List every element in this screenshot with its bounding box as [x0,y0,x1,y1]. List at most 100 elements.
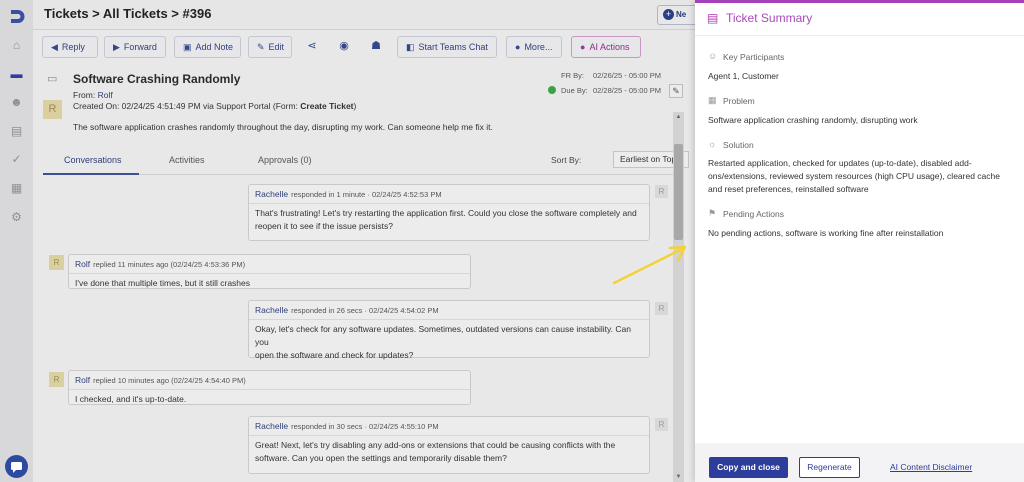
ticket-description: The software application crashes randoml… [73,122,493,132]
message-meta: responded in 26 secs · 02/24/25 4:54:02 … [291,306,439,315]
note-icon: ▣ [183,42,192,52]
ai-actions-label: AI Actions [589,42,630,52]
ticket-header: ▭ Software Crashing Randomly R From: Rol… [33,64,695,144]
section-heading-text: Problem [723,96,755,106]
ticket-title: Software Crashing Randomly [73,72,241,86]
message-divider [69,389,470,390]
status-dot [548,86,556,94]
knowledge-base-icon[interactable]: ▤ [9,124,24,139]
reply-icon: ◀ [51,42,58,52]
message-body: Okay, let's check for any software updat… [255,323,639,362]
section-line: Agent 1, Customer [708,71,779,81]
teams-label: Start Teams Chat [418,42,488,52]
message-line: I checked, and it's up-to-date. [75,394,187,404]
scroll-up-icon[interactable]: ▲ [675,114,682,120]
scrollbar[interactable]: ▲ ▼ [673,112,684,482]
eye-icon: ◉ [339,40,349,52]
tasks-icon[interactable]: ✓ [9,152,24,167]
message-author[interactable]: Rolf [75,375,90,385]
message-author[interactable]: Rachelle [255,305,288,315]
forward-icon: ▶ [113,42,120,52]
edit-label: Edit [268,42,285,52]
message-customer: Rolf replied 11 minutes ago (02/24/25 4:5… [68,254,471,289]
watch-button[interactable]: ◉ [333,36,355,58]
home-icon[interactable]: ⌂ [9,38,24,53]
sort-value: Earliest on Top [620,154,677,164]
message-author[interactable]: Rolf [75,259,90,269]
message-author[interactable]: Rachelle [255,421,288,431]
message-body: I checked, and it's up-to-date. [75,393,460,406]
share-button[interactable]: ⋖ [301,36,323,58]
section-value: Software application crashing randomly, … [708,114,1006,127]
ticket-toolbar: ◀ Reply ▶ Forward ▣ Add Note ✎ Edit ⋖ ◉ ☗ ◧ S… [33,36,695,58]
scrollbar-thumb[interactable] [674,144,683,240]
message-line: software. Can you open the settings and … [255,453,507,463]
start-teams-chat-button[interactable]: ◧ Start Teams Chat [397,36,497,58]
breadcrumb[interactable]: Tickets > All Tickets > #396 [44,6,211,21]
message-meta: responded in 1 minute · 02/24/25 4:52:53… [291,190,442,199]
message-line: reopen it to see if the issue persists? [255,221,393,231]
assign-button[interactable]: ☗ [365,36,387,58]
message-body: I've done that multiple times, but it st… [75,277,460,290]
ticket-summary-panel: ▤ Ticket Summary ☺ Key Participants Agent… [695,0,1024,482]
message-line: I've done that multiple times, but it st… [75,278,251,288]
annotation-arrow-icon [612,245,687,285]
new-button[interactable]: + Ne [657,5,695,25]
section-heading-text: Key Participants [723,52,785,62]
tab-approvals[interactable]: Approvals (0) [258,155,312,165]
ticket-icon: ▭ [47,73,58,85]
settings-icon[interactable]: ⚙ [9,210,24,225]
edit-button[interactable]: ✎ Edit [248,36,292,58]
app-logo-icon[interactable] [6,6,27,27]
fr-by: FR By: 02/26/25 - 05:00 PM [561,71,661,80]
forward-button[interactable]: ▶ Forward [104,36,166,58]
more-button[interactable]: ● More... [506,36,562,58]
message-line: Okay, let's check for any software updat… [255,324,631,347]
scroll-down-icon[interactable]: ▼ [675,474,682,480]
section-heading: ☺ Key Participants [708,51,1006,62]
reports-icon[interactable]: ▦ [9,181,24,196]
message-header: Rachelle responded in 1 minute · 02/24/25… [255,189,442,199]
panel-title: Ticket Summary [726,11,813,25]
section-heading: ⚑ Pending Actions [708,208,1006,219]
chat-bubble-icon[interactable] [5,455,28,478]
message-header: Rolf replied 11 minutes ago (02/24/25 4:5… [75,259,245,269]
tickets-icon[interactable]: ▬ [9,67,24,82]
ai-content-disclaimer-link[interactable]: AI Content Disclaimer [890,462,972,472]
copy-and-close-button[interactable]: Copy and close [709,457,788,478]
message-line: That's frustrating! Let's try restarting… [255,208,637,218]
section-heading-text: Solution [723,140,754,150]
form-close: ) [353,101,357,111]
share-icon: ⋖ [307,40,317,52]
from-name[interactable]: Rolf [98,90,113,100]
add-note-button[interactable]: ▣ Add Note [174,36,241,58]
ticket-from: From: Rolf [73,90,113,100]
tab-conversations[interactable]: Conversations [64,155,122,165]
reply-button[interactable]: ◀ Reply [42,36,98,58]
plus-icon: + [663,9,674,20]
avatar: R [655,185,668,198]
sort-label: Sort By: [551,155,582,165]
section-line: Restarted application, checked for updat… [708,158,972,168]
message-agent: Rachelle responded in 1 minute · 02/24/25… [248,184,650,241]
message-divider [249,203,649,204]
teams-icon: ◧ [406,42,415,52]
section-value: No pending actions, software is working … [708,227,1006,240]
regenerate-button[interactable]: Regenerate [799,457,860,478]
tab-activities[interactable]: Activities [169,155,205,165]
contacts-icon[interactable]: ☻ [9,95,24,110]
edit-due-pencil-icon[interactable]: ✎ [669,84,683,98]
message-divider [249,435,649,436]
add-note-label: Add Note [195,42,234,52]
created-text: Created On: 02/24/25 4:51:49 PM via Supp… [73,101,301,111]
top-bar: Tickets > All Tickets > #396 + Ne [33,0,695,30]
people-icon: ☗ [371,40,381,52]
ai-actions-button[interactable]: ● AI Actions [571,36,641,58]
ticket-created: Created On: 02/24/25 4:51:49 PM via Supp… [73,101,356,111]
avatar: R [49,372,64,387]
section-heading: ▦ Problem [708,95,1006,106]
message-author[interactable]: Rachelle [255,189,288,199]
section-line: and reset preferences, reinstalled softw… [708,184,869,194]
left-nav-rail: ⌂ ▬ ☻ ▤ ✓ ▦ ⚙ [0,0,33,482]
due-value: 02/28/25 - 05:00 PM [593,86,661,95]
